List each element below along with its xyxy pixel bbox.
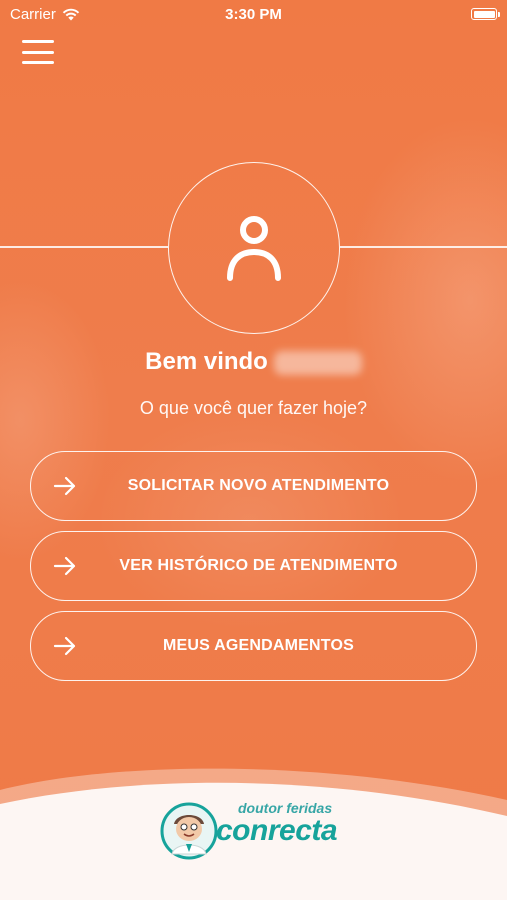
divider-line-left	[0, 246, 168, 248]
hamburger-menu-icon[interactable]	[22, 40, 54, 64]
user-name-blurred	[273, 350, 362, 375]
request-new-service-button[interactable]: SOLICITAR NOVO ATENDIMENTO	[30, 451, 477, 521]
avatar	[168, 162, 340, 334]
button-label: VER HISTÓRICO DE ATENDIMENTO	[119, 557, 398, 574]
brand-logo: doutor feridas conrecta	[160, 800, 350, 860]
service-history-button[interactable]: VER HISTÓRICO DE ATENDIMENTO	[30, 531, 477, 601]
battery-icon	[471, 8, 500, 20]
status-left: Carrier	[10, 6, 80, 23]
logo-big-text: conrecta	[216, 814, 338, 847]
user-outline-icon	[227, 216, 281, 281]
menu-line	[22, 50, 54, 54]
button-label: MEUS AGENDAMENTOS	[163, 637, 354, 654]
battery-level	[473, 10, 495, 18]
menu-line	[22, 61, 54, 64]
my-appointments-button[interactable]: MEUS AGENDAMENTOS	[30, 611, 477, 681]
welcome-text: Bem vindo	[145, 348, 268, 375]
carrier-label: Carrier	[10, 5, 56, 23]
divider-line-right	[340, 246, 507, 248]
status-bar: Carrier 3:30 PM	[0, 0, 507, 28]
arrow-right-icon	[53, 476, 76, 496]
button-label: SOLICITAR NOVO ATENDIMENTO	[127, 477, 390, 494]
wifi-icon	[62, 8, 80, 20]
question-text: O que você quer fazer hoje?	[139, 398, 368, 418]
arrow-right-icon	[53, 556, 76, 576]
menu-line	[22, 40, 54, 43]
doctor-mascot-icon	[160, 802, 218, 860]
arrow-right-icon	[53, 636, 76, 656]
welcome-heading: Bem vindo	[0, 348, 507, 376]
